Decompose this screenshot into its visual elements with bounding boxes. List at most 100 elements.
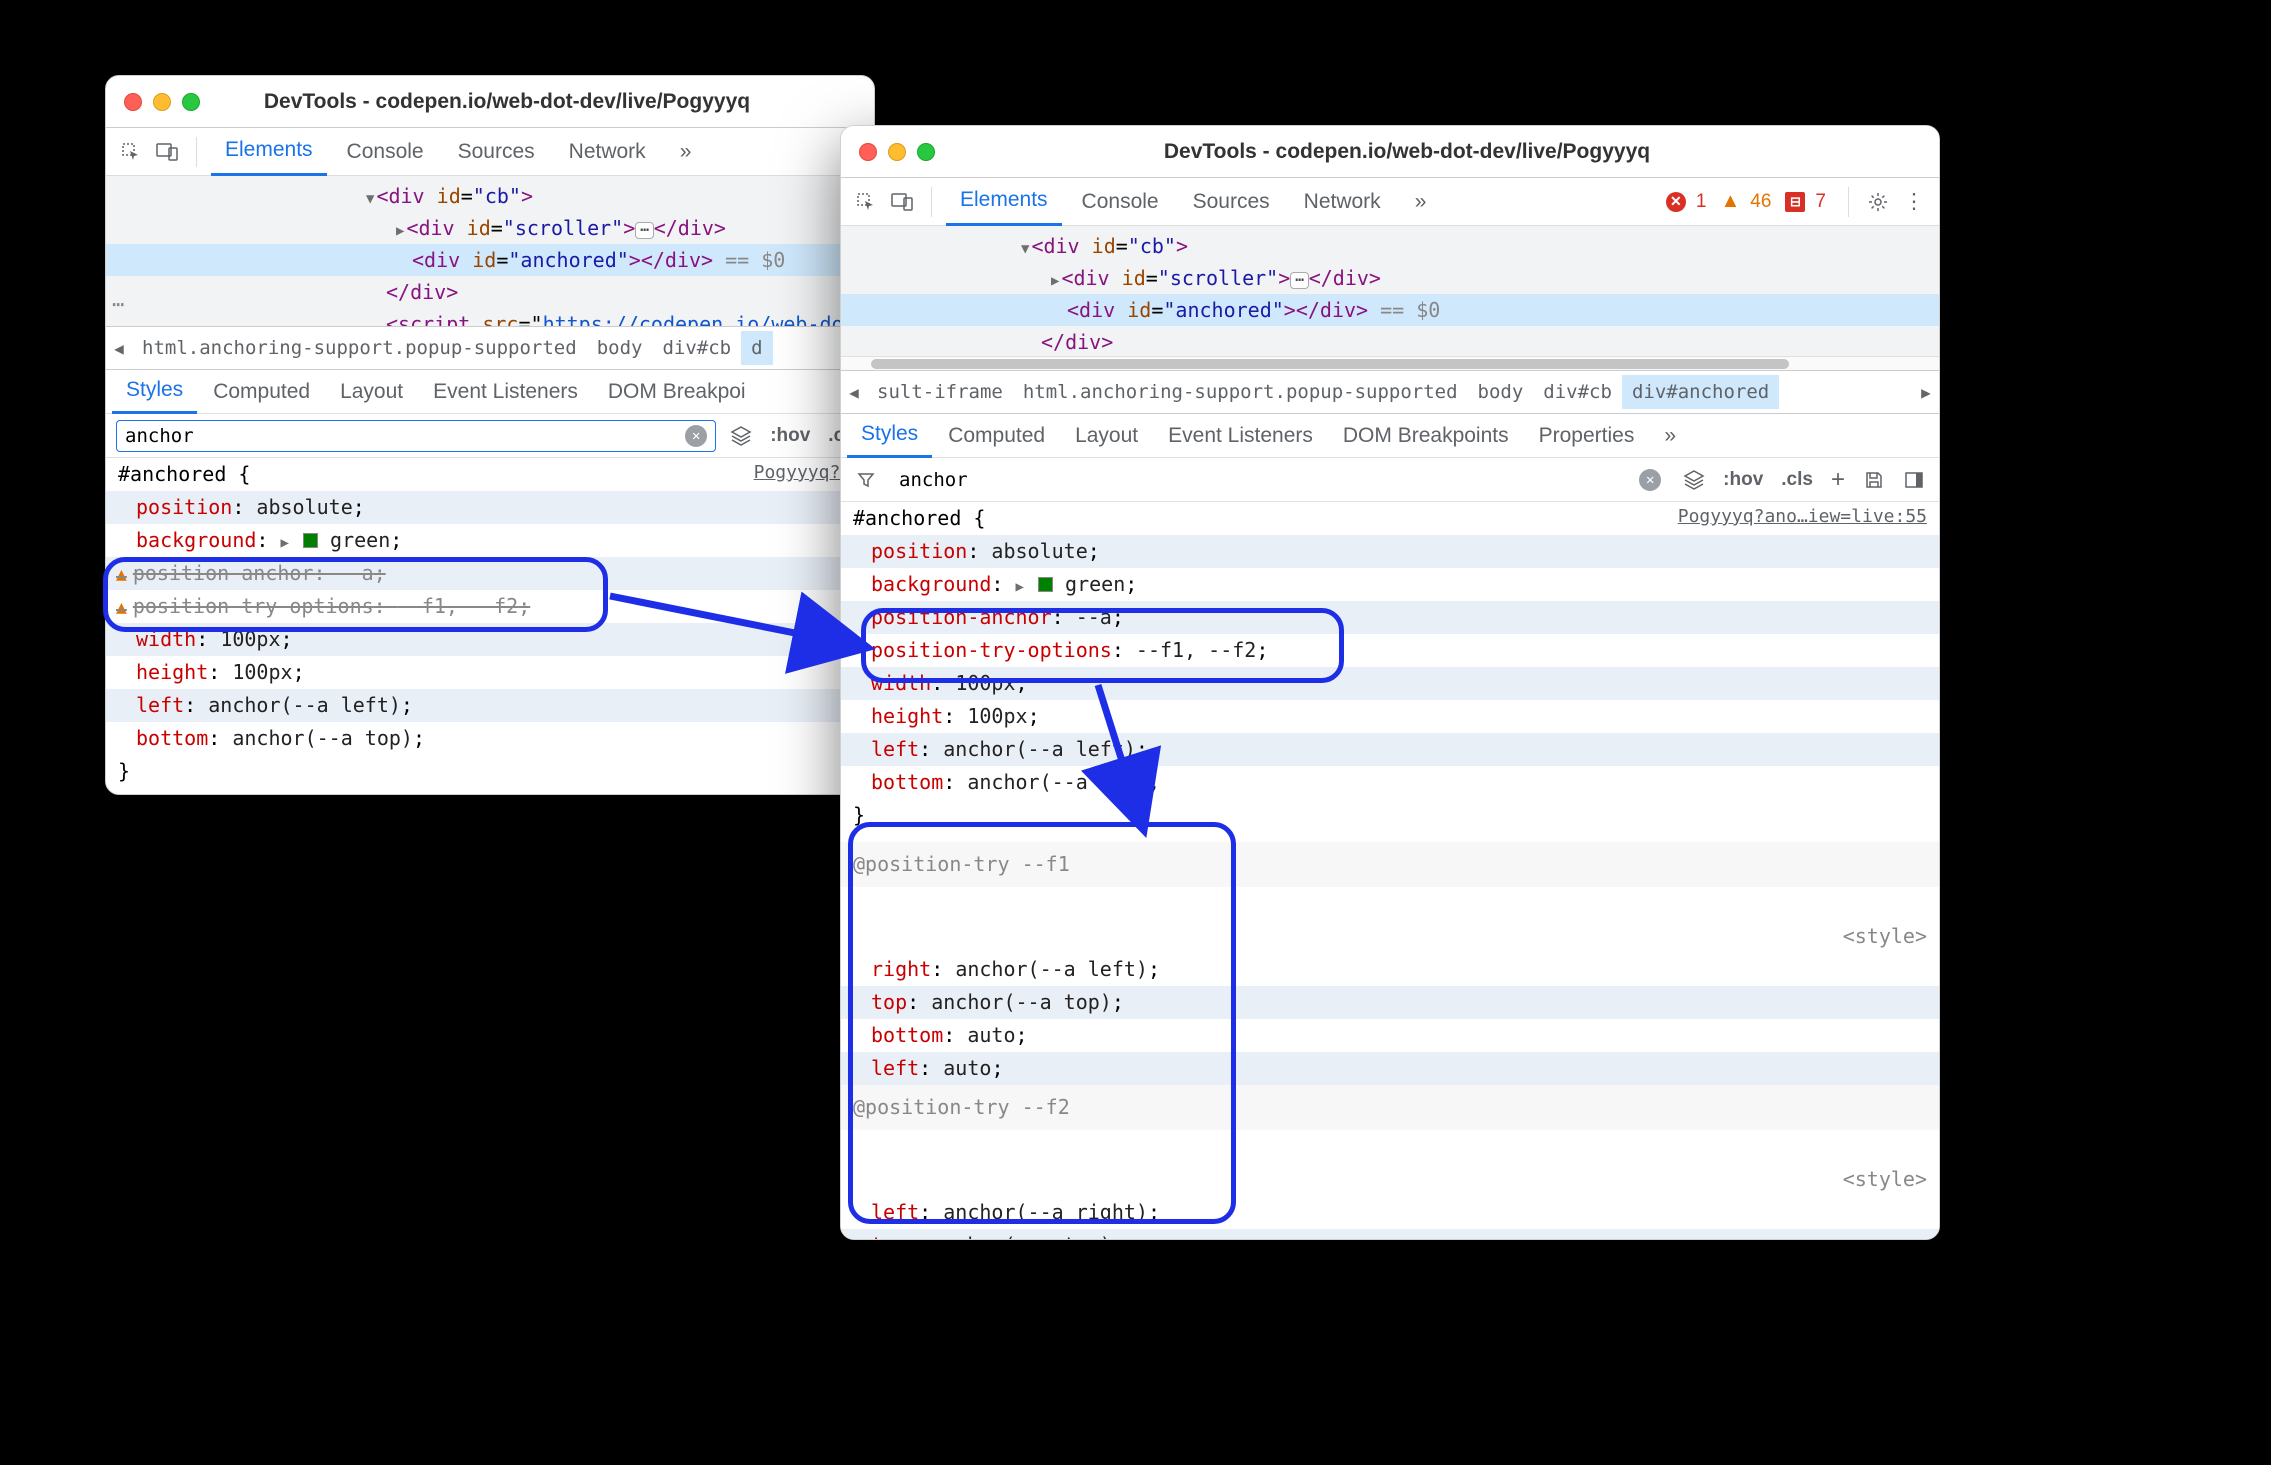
inspect-icon[interactable] (116, 137, 146, 167)
prop-position-try-options[interactable]: position-try-options: --f1, --f2; (841, 634, 1939, 667)
maximize-icon[interactable] (917, 143, 935, 161)
subtab-dom[interactable]: DOM Breakpoi (594, 370, 760, 414)
tab-elements[interactable]: Elements (211, 128, 327, 176)
clear-icon[interactable]: ✕ (1639, 469, 1661, 491)
warning-icon: ▲ (116, 597, 127, 618)
tab-elements[interactable]: Elements (946, 178, 1062, 226)
styles-filterbar: ✕ :hov .cls + (841, 458, 1939, 502)
filter-input-wrap[interactable]: ✕ (116, 420, 716, 452)
subtab-layout[interactable]: Layout (1061, 414, 1152, 458)
dom-panel[interactable]: ▼<div id="cb"> ▶<div id="scroller">⋯</di… (106, 176, 874, 326)
dom-selected-node[interactable]: <div id="anchored"></div> == $0 (841, 294, 1939, 326)
tab-sources[interactable]: Sources (1179, 178, 1284, 226)
ellipsis-icon[interactable]: ⋯ (635, 222, 653, 239)
breadcrumb: ◀ html.anchoring-support.popup-supported… (106, 326, 874, 370)
dom-panel[interactable]: ▼<div id="cb"> ▶<div id="scroller">⋯</di… (841, 226, 1939, 356)
subtab-events[interactable]: Event Listeners (1154, 414, 1327, 458)
tabs-overflow[interactable]: » (1401, 178, 1441, 226)
warning-icon[interactable]: ▲ (1720, 190, 1740, 213)
warning-count[interactable]: 46 (1746, 191, 1779, 213)
tab-sources[interactable]: Sources (444, 128, 549, 176)
titlebar: DevTools - codepen.io/web-dot-dev/live/P… (106, 76, 874, 128)
cls-button[interactable]: .cls (1777, 469, 1817, 491)
close-icon[interactable] (124, 93, 142, 111)
maximize-icon[interactable] (182, 93, 200, 111)
subtab-computed[interactable]: Computed (934, 414, 1059, 458)
filter-input-wrap[interactable]: ✕ (891, 464, 1669, 496)
subtab-styles[interactable]: Styles (847, 414, 932, 458)
filter-input[interactable] (899, 469, 1639, 491)
crumb-cut[interactable]: d (741, 331, 772, 365)
inspect-icon[interactable] (851, 187, 881, 217)
prop-position-anchor[interactable]: position-anchor: --a; (841, 601, 1939, 634)
tab-network[interactable]: Network (1290, 178, 1395, 226)
horizontal-scrollbar[interactable] (841, 356, 1939, 370)
more-icon[interactable]: ⋮ (1899, 187, 1929, 217)
crumb-html[interactable]: html.anchoring-support.popup-supported (132, 331, 587, 365)
main-toolbar: Elements Console Sources Network » ✕ 1 ▲ 4… (841, 178, 1939, 226)
error-icon[interactable]: ✕ (1666, 192, 1686, 212)
more-icon[interactable]: ⋯ (112, 288, 126, 320)
add-rule-button[interactable]: + (1827, 466, 1849, 494)
minimize-icon[interactable] (153, 93, 171, 111)
rule-selector[interactable]: #anchored { (853, 502, 985, 535)
crumb-cb[interactable]: div#cb (1533, 375, 1622, 409)
subtabs-overflow[interactable]: » (1650, 414, 1690, 458)
crumb-cb[interactable]: div#cb (652, 331, 741, 365)
issues-count[interactable]: 7 (1811, 191, 1834, 213)
position-try-header-f1[interactable]: @position-try --f1 (841, 842, 1939, 887)
color-swatch[interactable] (1038, 577, 1053, 592)
subtab-events[interactable]: Event Listeners (419, 370, 592, 414)
filter-input[interactable] (125, 425, 685, 447)
color-swatch[interactable] (303, 533, 318, 548)
window-title: DevTools - codepen.io/web-dot-dev/live/P… (228, 90, 856, 114)
position-try-header-f2[interactable]: @position-try --f2 (841, 1085, 1939, 1130)
subtabs: Styles Computed Layout Event Listeners D… (841, 414, 1939, 458)
issues-icon[interactable]: ⊟ (1785, 192, 1805, 212)
invalid-prop-try-options[interactable]: ▲position-try-options: --f1, --f2; (106, 590, 874, 623)
crumb-iframe[interactable]: sult-iframe (867, 375, 1013, 409)
tab-console[interactable]: Console (333, 128, 438, 176)
subtab-styles[interactable]: Styles (112, 370, 197, 414)
error-count[interactable]: 1 (1692, 191, 1715, 213)
crumb-html[interactable]: html.anchoring-support.popup-supported (1013, 375, 1468, 409)
titlebar: DevTools - codepen.io/web-dot-dev/live/P… (841, 126, 1939, 178)
crumb-body[interactable]: body (587, 331, 653, 365)
hov-button[interactable]: :hov (1719, 469, 1767, 491)
style-origin[interactable]: <style> (1843, 1167, 1927, 1191)
layers-icon[interactable] (726, 421, 756, 451)
save-icon[interactable] (1859, 465, 1889, 495)
settings-icon[interactable] (1863, 187, 1893, 217)
crumb-left[interactable]: ◀ (106, 339, 132, 358)
subtab-dom[interactable]: DOM Breakpoints (1329, 414, 1523, 458)
dom-selected-node[interactable]: <div id="anchored"></div> == $0 (106, 244, 874, 276)
rule-selector[interactable]: #anchored { (118, 458, 250, 491)
device-toggle-icon[interactable] (887, 187, 917, 217)
crumb-left[interactable]: ◀ (841, 383, 867, 402)
crumb-right[interactable]: ▶ (1913, 383, 1939, 402)
minimize-icon[interactable] (888, 143, 906, 161)
device-toggle-icon[interactable] (152, 137, 182, 167)
layers-icon[interactable] (1679, 465, 1709, 495)
crumb-anchored[interactable]: div#anchored (1622, 375, 1779, 409)
styles-panel[interactable]: #anchored {Pogyyyq?an position: absolute… (106, 458, 874, 788)
close-icon[interactable] (859, 143, 877, 161)
panel-toggle-icon[interactable] (1899, 465, 1929, 495)
subtab-computed[interactable]: Computed (199, 370, 324, 414)
breadcrumb: ◀ sult-iframe html.anchoring-support.pop… (841, 370, 1939, 414)
hov-button[interactable]: :hov (766, 425, 814, 447)
tabs-overflow[interactable]: » (666, 128, 706, 176)
tab-network[interactable]: Network (555, 128, 660, 176)
subtab-props[interactable]: Properties (1525, 414, 1649, 458)
traffic-lights (124, 93, 200, 111)
funnel-icon[interactable] (851, 465, 881, 495)
ellipsis-icon[interactable]: ⋯ (1290, 272, 1308, 289)
subtab-layout[interactable]: Layout (326, 370, 417, 414)
style-origin[interactable]: <style> (1843, 924, 1927, 948)
rule-source-link[interactable]: Pogyyyq?ano…iew=live:55 (1678, 502, 1927, 535)
styles-panel[interactable]: #anchored { Pogyyyq?ano…iew=live:55 posit… (841, 502, 1939, 1240)
tab-console[interactable]: Console (1068, 178, 1173, 226)
clear-icon[interactable]: ✕ (685, 425, 707, 447)
crumb-body[interactable]: body (1468, 375, 1534, 409)
invalid-prop-anchor[interactable]: ▲position-anchor: --a; (106, 557, 874, 590)
